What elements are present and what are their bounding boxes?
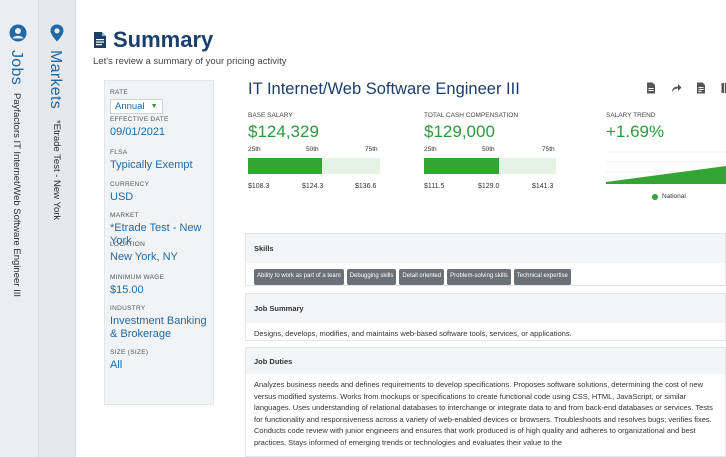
currency-field: CURRENCY USD	[110, 181, 149, 204]
flsa-field: FLSA Typically Exempt	[110, 149, 193, 172]
minimum-wage-field: MINIMUM WAGE $15.00	[110, 274, 164, 297]
flsa-label: FLSA	[110, 149, 128, 156]
legend-dot	[652, 193, 658, 200]
skill-chip: Technical expertise	[513, 269, 571, 285]
total-cash-label: TOTAL CASH COMPENSATION	[424, 112, 519, 119]
map-pin-icon	[47, 23, 67, 43]
pdf-icon[interactable]	[646, 82, 656, 94]
jobs-rail-title: Jobs	[8, 50, 25, 85]
job-summary-title: Job Summary	[246, 294, 725, 323]
total-cash-p50-label: 50th	[482, 146, 495, 153]
base-salary-p75-label: 75th	[365, 146, 378, 153]
page-subtitle: Let's review a summary of your pricing a…	[93, 56, 287, 67]
markets-rail-title: Markets	[47, 50, 64, 109]
base-salary-p75-value: $136.6	[355, 183, 377, 190]
rate-select[interactable]: Annual ▼	[110, 99, 163, 114]
document-icon	[93, 31, 107, 49]
industry-label: INDUSTRY	[110, 305, 146, 312]
location-value: New York, NY	[110, 251, 178, 263]
legend-label: National	[662, 193, 686, 200]
base-salary-p25-label: 25th	[248, 146, 261, 153]
skill-chip: Ability to work as part of a team	[254, 269, 344, 285]
base-salary-p50-label: 50th	[306, 146, 319, 153]
currency-value: USD	[110, 191, 134, 203]
job-summary-panel: Job Summary Designs, develops, modifies,…	[245, 293, 726, 341]
salary-trend-stat: SALARY TREND +1.69%	[606, 112, 664, 142]
skills-body: Ability to work as part of a team Debugg…	[246, 263, 725, 290]
skills-panel: Skills Ability to work as part of a team…	[245, 233, 726, 286]
salary-trend-area	[606, 166, 726, 184]
main-content: Summary Let's review a summary of your p…	[76, 0, 726, 457]
total-cash-range-bar	[424, 158, 556, 174]
size-field: SIZE (SIZE) All	[110, 349, 148, 372]
salary-trend-legend: National	[652, 193, 686, 200]
caret-down-icon: ▼	[150, 103, 158, 110]
effective-date-field: EFFECTIVE DATE 09/01/2021	[110, 116, 169, 139]
total-cash-p25-label: 25th	[424, 146, 437, 153]
skills-title: Skills	[246, 234, 725, 263]
jobs-rail-subtitle: Payfactors IT Internet/Web Software Engi…	[11, 93, 22, 297]
skill-chip: Debugging skills	[346, 269, 397, 285]
base-salary-p25-value: $108.3	[248, 183, 270, 190]
rate-label: RATE	[110, 89, 129, 96]
industry-field: INDUSTRY Investment Banking & Brokerage	[110, 305, 210, 341]
left-rail: Jobs Payfactors IT Internet/Web Software…	[0, 0, 76, 457]
pricing-details-sidebar: RATE Annual ▼ EFFECTIVE DATE 09/01/2021 …	[104, 80, 214, 405]
size-value: All	[110, 359, 123, 371]
base-salary-value: $124,329	[248, 122, 319, 141]
page-title-row: Summary	[93, 27, 286, 53]
skill-chip: Detail oriented	[399, 269, 445, 285]
flsa-value: Typically Exempt	[110, 159, 193, 171]
salary-trend-value: +1.69%	[606, 122, 665, 141]
file-icon[interactable]	[696, 82, 706, 94]
rate-value: Annual	[115, 101, 145, 112]
effective-date-label: EFFECTIVE DATE	[110, 116, 169, 123]
total-cash-p50-value: $129.0	[478, 183, 500, 190]
columns-icon[interactable]	[721, 82, 726, 94]
base-salary-p50-value: $124.3	[302, 183, 324, 190]
base-salary-range-fill	[248, 158, 322, 174]
base-salary-label: BASE SALARY	[248, 112, 293, 119]
base-salary-range-bar	[248, 158, 380, 174]
header-actions	[646, 82, 726, 94]
rate-field: RATE Annual ▼	[110, 89, 163, 114]
markets-rail-subtitle: *Etrade Test - New York	[51, 120, 62, 221]
size-label: SIZE (SIZE)	[110, 349, 149, 356]
location-field: LOCATION New York, NY	[110, 241, 178, 264]
total-cash-stat: TOTAL CASH COMPENSATION $129,000	[424, 112, 518, 142]
job-summary-text: Designs, develops, modifies, and maintai…	[254, 329, 572, 338]
minimum-wage-label: MINIMUM WAGE	[110, 274, 165, 281]
page-header: Summary Let's review a summary of your p…	[93, 27, 286, 67]
salary-trend-chart	[606, 150, 726, 196]
minimum-wage-value: $15.00	[110, 284, 144, 296]
total-cash-value: $129,000	[424, 122, 495, 141]
total-cash-p25-value: $111.5	[424, 183, 445, 190]
skill-chip: Problem-solving skills	[447, 269, 511, 285]
location-label: LOCATION	[110, 241, 146, 248]
share-icon[interactable]	[671, 82, 682, 94]
base-salary-stat: BASE SALARY $124,329	[248, 112, 319, 142]
markets-rail-tab[interactable]: Markets *Etrade Test - New York	[38, 0, 75, 457]
industry-value: Investment Banking & Brokerage	[110, 315, 207, 340]
total-cash-p75-label: 75th	[542, 146, 555, 153]
market-label: MARKET	[110, 212, 139, 219]
page-title: Summary	[113, 27, 214, 52]
total-cash-p75-value: $141.3	[532, 183, 554, 190]
total-cash-range-fill	[424, 158, 500, 174]
job-duties-text: Analyzes business needs and defines requ…	[254, 380, 713, 447]
currency-label: CURRENCY	[110, 181, 150, 188]
salary-trend-label: SALARY TREND	[606, 112, 656, 119]
job-duties-panel: Job Duties Analyzes business needs and d…	[245, 347, 726, 457]
job-duties-title: Job Duties	[246, 348, 725, 374]
effective-date-value: 09/01/2021	[110, 126, 166, 138]
user-circle-icon	[8, 23, 28, 43]
skills-chip-list: Ability to work as part of a team Debugg…	[254, 269, 717, 285]
jobs-rail-tab[interactable]: Jobs Payfactors IT Internet/Web Software…	[0, 0, 37, 457]
job-title: IT Internet/Web Software Engineer III	[248, 80, 520, 98]
